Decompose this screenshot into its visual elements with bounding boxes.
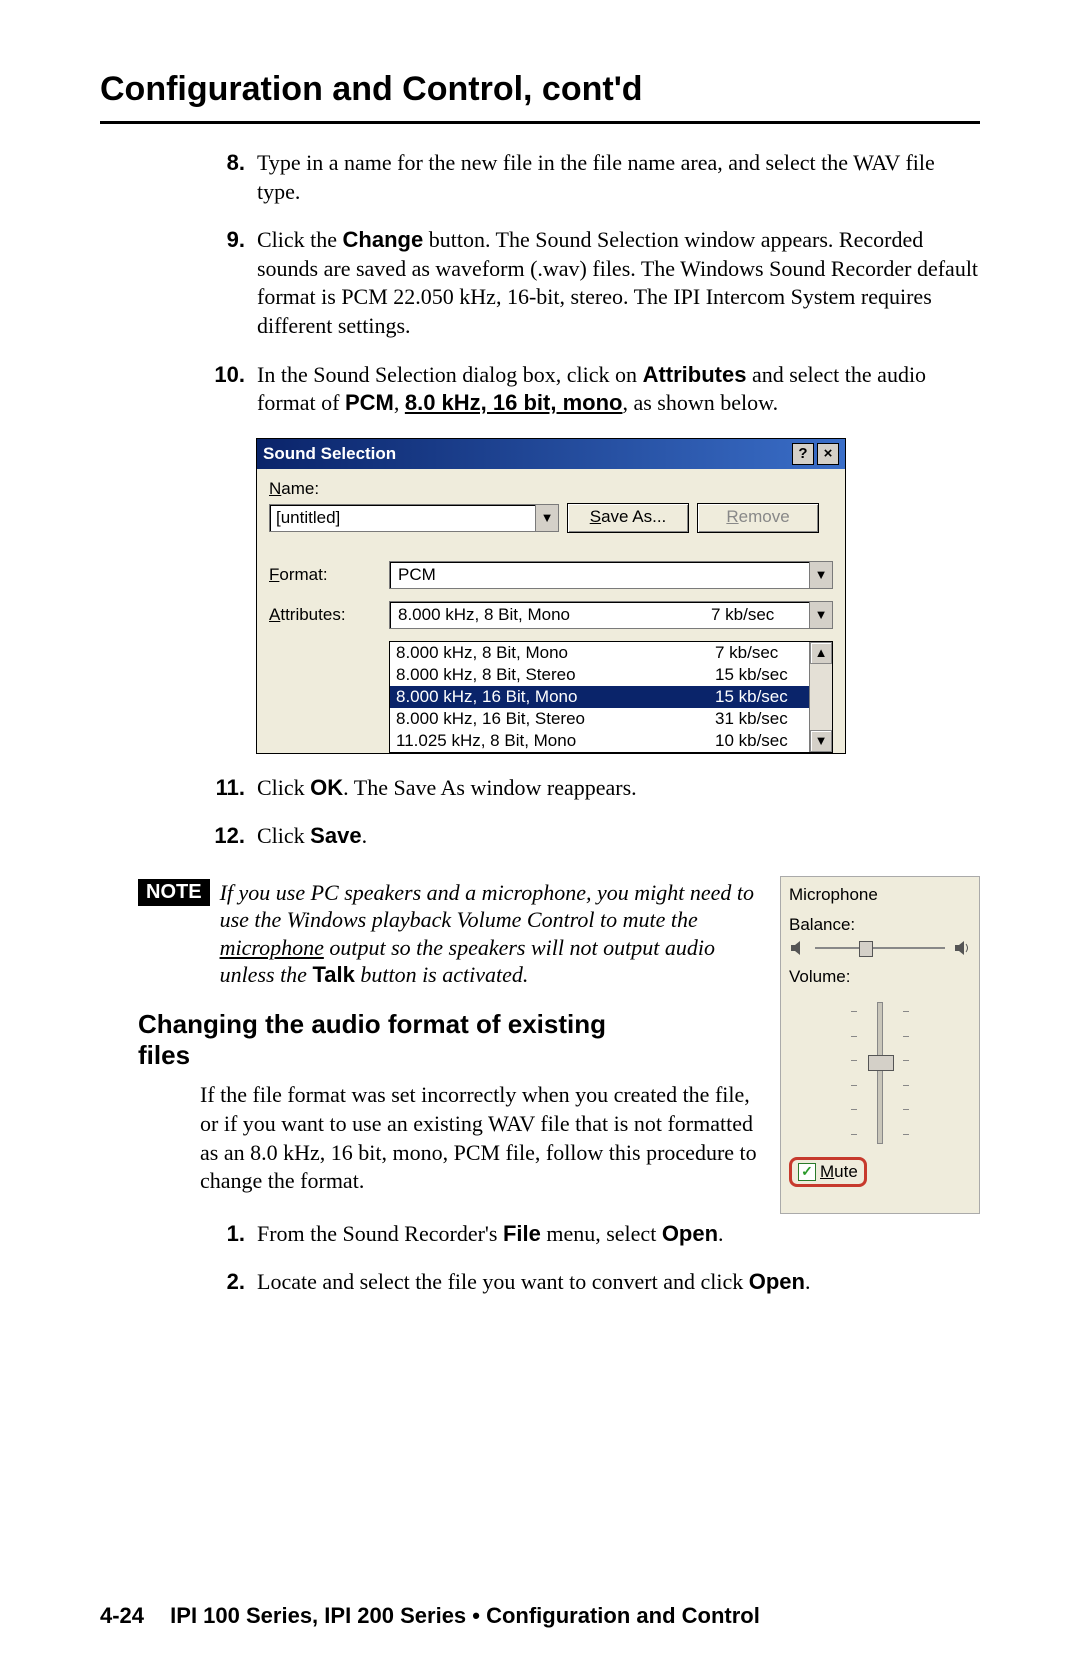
step-text: In the Sound Selection dialog box, click…: [257, 361, 980, 418]
step-number: 8.: [195, 149, 257, 206]
mute-checkbox-highlight: ✓ Mute: [789, 1157, 867, 1187]
name-combo[interactable]: [untitled] ▼: [269, 504, 559, 532]
dropdown-item[interactable]: 8.000 kHz, 8 Bit, Stereo15 kb/sec: [390, 664, 809, 686]
scroll-down-button[interactable]: ▼: [810, 730, 832, 752]
volume-thumb[interactable]: [868, 1055, 894, 1071]
dropdown-item[interactable]: 8.000 kHz, 16 Bit, Stereo31 kb/sec: [390, 708, 809, 730]
step-9: 9. Click the Change button. The Sound Se…: [195, 226, 980, 340]
name-label: Name:: [269, 479, 833, 499]
speaker-left-icon: [789, 939, 807, 957]
chevron-down-icon[interactable]: ▼: [809, 602, 832, 628]
page-footer: 4-24 IPI 100 Series, IPI 200 Series • Co…: [100, 1603, 980, 1629]
step-number: 12.: [195, 822, 257, 851]
step-number: 10.: [195, 361, 257, 418]
format-value: PCM: [390, 562, 809, 588]
chevron-down-icon[interactable]: ▼: [809, 562, 832, 588]
close-button[interactable]: ×: [817, 443, 839, 465]
panel-title: Microphone: [789, 885, 971, 905]
steps-group-a: 8. Type in a name for the new file in th…: [195, 149, 980, 418]
step-8: 8. Type in a name for the new file in th…: [195, 149, 980, 206]
note-text: If you use PC speakers and a microphone,…: [220, 879, 760, 989]
sound-selection-dialog: Sound Selection ? × Name: [untitled] ▼ S…: [256, 438, 846, 754]
dropdown-item[interactable]: 8.000 kHz, 16 Bit, Mono15 kb/sec: [390, 686, 809, 708]
mute-label: Mute: [820, 1162, 858, 1182]
footer-text: IPI 100 Series, IPI 200 Series • Configu…: [170, 1603, 760, 1628]
dropdown-item[interactable]: 11.025 kHz, 8 Bit, Mono10 kb/sec: [390, 730, 809, 752]
step-text: From the Sound Recorder's File menu, sel…: [257, 1220, 980, 1249]
balance-slider[interactable]: [813, 939, 947, 957]
step-c2: 2. Locate and select the file you want t…: [195, 1268, 980, 1297]
dialog-titlebar: Sound Selection ? ×: [257, 439, 845, 469]
mute-checkbox[interactable]: ✓: [798, 1163, 816, 1181]
step-text: Locate and select the file you want to c…: [257, 1268, 980, 1297]
help-button[interactable]: ?: [792, 443, 814, 465]
attr-selected-format: 8.000 kHz, 8 Bit, Mono: [398, 605, 711, 625]
title-rule: [100, 121, 980, 124]
format-label: Format:: [269, 565, 389, 585]
chevron-down-icon[interactable]: ▼: [535, 505, 558, 531]
steps-group-b: 11. Click OK. The Save As window reappea…: [195, 774, 980, 851]
step-number: 1.: [195, 1220, 257, 1249]
save-as-button[interactable]: Save As...: [567, 503, 689, 533]
step-number: 11.: [195, 774, 257, 803]
step-11: 11. Click OK. The Save As window reappea…: [195, 774, 980, 803]
format-combo[interactable]: PCM ▼: [389, 561, 833, 589]
attr-selected-rate: 7 kb/sec: [711, 605, 801, 625]
name-value: [untitled]: [270, 505, 535, 531]
volume-slider[interactable]: [789, 993, 971, 1153]
note-block: NOTE If you use PC speakers and a microp…: [138, 879, 760, 989]
step-number: 2.: [195, 1268, 257, 1297]
paragraph: If the file format was set incorrectly w…: [200, 1081, 760, 1195]
dropdown-scrollbar[interactable]: ▲ ▼: [809, 642, 832, 752]
note-badge: NOTE: [138, 879, 210, 906]
step-text: Click OK. The Save As window reappears.: [257, 774, 980, 803]
attributes-combo[interactable]: 8.000 kHz, 8 Bit, Mono 7 kb/sec ▼: [389, 601, 833, 629]
step-text: Click Save.: [257, 822, 980, 851]
step-number: 9.: [195, 226, 257, 340]
speaker-right-icon: [953, 939, 971, 957]
steps-group-c: 1. From the Sound Recorder's File menu, …: [195, 1220, 980, 1297]
scroll-track[interactable]: [810, 664, 832, 730]
subheading: Changing the audio format of existing fi…: [138, 1009, 658, 1071]
attributes-dropdown-list[interactable]: 8.000 kHz, 8 Bit, Mono7 kb/sec8.000 kHz,…: [389, 641, 833, 753]
step-text: Click the Change button. The Sound Selec…: [257, 226, 980, 340]
volume-label: Volume:: [789, 967, 971, 987]
page-title: Configuration and Control, cont'd: [100, 70, 980, 109]
dialog-title: Sound Selection: [263, 444, 789, 464]
microphone-volume-panel: Microphone Balance: Volume: ✓ Mute: [780, 876, 980, 1214]
step-c1: 1. From the Sound Recorder's File menu, …: [195, 1220, 980, 1249]
page-number: 4-24: [100, 1603, 144, 1628]
balance-thumb[interactable]: [859, 941, 873, 957]
scroll-up-button[interactable]: ▲: [810, 642, 832, 664]
remove-button[interactable]: Remove: [697, 503, 819, 533]
balance-label: Balance:: [789, 915, 971, 935]
step-12: 12. Click Save.: [195, 822, 980, 851]
dropdown-item[interactable]: 8.000 kHz, 8 Bit, Mono7 kb/sec: [390, 642, 809, 664]
attributes-label: Attributes:: [269, 605, 389, 625]
step-10: 10. In the Sound Selection dialog box, c…: [195, 361, 980, 418]
step-text: Type in a name for the new file in the f…: [257, 149, 980, 206]
